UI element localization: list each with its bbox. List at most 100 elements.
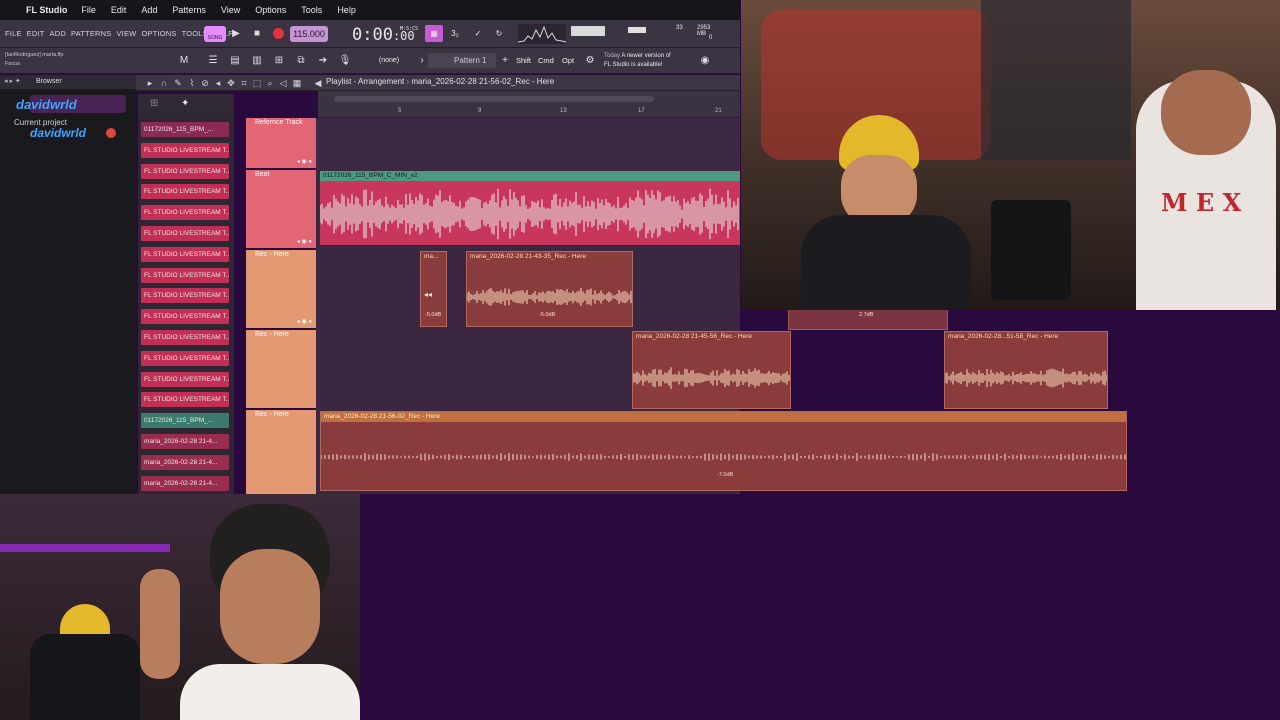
clip-db: 2.7dB [859, 312, 874, 318]
playback-icon[interactable]: ◁ [277, 76, 289, 90]
picker-item[interactable]: FL STUDIO LIVESTREAM T... [141, 246, 229, 262]
picker-item[interactable]: maria_2026-02-28 21-4... [141, 475, 229, 491]
picker-item[interactable]: FL STUDIO LIVESTREAM T... [141, 226, 229, 241]
gear-icon[interactable]: ⚙ [582, 53, 598, 69]
picker-item[interactable]: FL STUDIO LIVESTREAM T... [141, 371, 229, 387]
picker-item[interactable]: maria_2026-02-28 21-4... [141, 434, 229, 449]
beat-clip[interactable]: 01172026_115_BPM_C_MIN_v2 [320, 171, 740, 245]
menu-edit[interactable]: Edit [111, 5, 127, 15]
menu-add[interactable]: Add [141, 5, 157, 15]
track-controls-icon[interactable]: ◂ ◉ ● [297, 318, 312, 325]
cpu-meter: 33 2953 MB 0 [628, 23, 718, 45]
picker-item[interactable]: FL STUDIO LIVESTREAM T... [141, 330, 229, 345]
slip-icon[interactable]: ✥ [225, 76, 237, 90]
picker-item[interactable]: 01172026_115_BPM_... [141, 122, 229, 137]
opt-key[interactable]: Opt [562, 54, 574, 68]
mixer-icon[interactable]: ⊞ [271, 53, 287, 69]
globe-icon[interactable]: ◉ [697, 53, 713, 69]
grid-icon[interactable]: ▦ [291, 76, 303, 90]
rec2b-clip[interactable]: maria_2026-02-28...51-58_Rec - Here [944, 331, 1108, 409]
typing-keyboard-icon[interactable]: ▦ [425, 25, 443, 42]
step-icon[interactable]: 3₂ [446, 25, 464, 42]
fl-menu-options[interactable]: OPTIONS [141, 29, 176, 38]
fl-menu-view[interactable]: VIEW [116, 29, 136, 38]
menu-tools[interactable]: Tools [301, 5, 322, 15]
menu-patterns[interactable]: Patterns [172, 5, 206, 15]
rec2-clip[interactable]: maria_2026-02-28 21-45-56_Rec - Here [632, 331, 791, 409]
horizontal-scrollbar[interactable] [334, 96, 654, 102]
picker-item[interactable]: FL STUDIO LIVESTREAM T... [141, 184, 229, 200]
wait-icon[interactable]: ✓ [469, 25, 487, 42]
add-pattern-icon[interactable]: + [497, 53, 513, 69]
plugin-picker-icon[interactable]: ⧉ [293, 53, 309, 69]
channel-rack-icon[interactable]: ▤ [227, 53, 243, 69]
pattern-selector[interactable]: Pattern 1 [428, 53, 496, 68]
update-notice[interactable]: Today A newer version of FL Studio is av… [604, 52, 671, 70]
rec1-clip[interactable]: maria_2026-02-28 21-43-35_Rec - Here -5.… [466, 251, 633, 327]
picker-item[interactable]: FL STUDIO LIVESTREAM T... [141, 163, 229, 179]
track-controls-icon[interactable]: ◂ ◉ ● [297, 158, 312, 165]
microphone-icon[interactable]: 🎙 [337, 53, 353, 69]
fl-menu-patterns[interactable]: PATTERNS [71, 29, 112, 38]
track-header-rec-2[interactable]: Rec - Here [246, 330, 316, 408]
track-header-rec-1[interactable]: Rec - Here ◂ ◉ ● [246, 250, 316, 328]
track-header-rec-3[interactable]: Rec - Here [246, 410, 316, 494]
playlist-play-icon[interactable]: ◀ [312, 76, 324, 90]
fl-menu-file[interactable]: FILE [5, 29, 22, 38]
browser-nav-icon[interactable]: ◂ ▸ ✦ [4, 75, 21, 89]
fl-menu-edit[interactable]: EDIT [27, 29, 45, 38]
picker-item[interactable]: FL STUDIO LIVESTREAM T... [141, 205, 229, 221]
oscilloscope [517, 24, 567, 44]
brush-icon[interactable]: ⌇ [186, 76, 198, 90]
record-button[interactable] [273, 28, 284, 39]
pat-song-toggle[interactable]: SONG [204, 26, 226, 42]
jersey-lettering: M E X [1161, 188, 1242, 217]
master-icon[interactable]: M [176, 53, 192, 69]
time-display[interactable]: 0:00:00 M:S:CS [352, 24, 418, 46]
cmd-key[interactable]: Cmd [538, 54, 554, 68]
move-icon[interactable]: ✦ [181, 98, 189, 109]
snap-selector[interactable]: (none) [368, 54, 410, 68]
track-controls-icon[interactable]: ◂ ◉ ● [297, 238, 312, 245]
menu-view[interactable]: View [221, 5, 240, 15]
track-header-reference[interactable]: Refernce Track ◂ ◉ ● [246, 118, 316, 168]
picker-item[interactable]: 01172026_115_BPM_... [141, 413, 229, 429]
fl-menu-add[interactable]: ADD [50, 29, 66, 38]
picker-item[interactable]: FL STUDIO LIVESTREAM T... [141, 350, 229, 366]
slice-icon[interactable]: ⌗ [238, 76, 250, 90]
track-header-beat[interactable]: Beat ◂ ◉ ● [246, 170, 316, 248]
timeline-ruler[interactable]: 5 9 13 17 21 [318, 91, 740, 118]
pencil-icon[interactable]: ✎ [172, 76, 184, 90]
volume-meter[interactable] [571, 26, 605, 36]
picker-tool-icon[interactable]: ⊞ [150, 98, 158, 109]
picker-item[interactable]: FL STUDIO LIVESTREAM T... [141, 309, 229, 325]
arrangement-name[interactable]: maria_2026-02-28 21-56-02_Rec - Here [411, 77, 554, 86]
shift-key[interactable]: Shift [516, 54, 531, 68]
picker-item[interactable]: maria_2026-02-28 21-4... [141, 454, 229, 470]
magnet-icon[interactable]: ∩ [158, 76, 170, 90]
select-icon[interactable]: ⬚ [251, 76, 263, 90]
chevron-icon[interactable]: ▸ [144, 76, 156, 90]
picker-item[interactable]: FL STUDIO LIVESTREAM T... [141, 392, 229, 408]
menu-help[interactable]: Help [337, 5, 356, 15]
arrow-right-icon[interactable]: ➔ [315, 53, 331, 69]
menu-options[interactable]: Options [255, 5, 286, 15]
rec1-ext-clip[interactable]: 2.7dB [788, 308, 948, 330]
picker-item[interactable]: FL STUDIO LIVESTREAM T... [141, 142, 229, 158]
app-name[interactable]: FL Studio [26, 5, 67, 15]
mute-icon[interactable]: ◂ [212, 76, 224, 90]
play-icon[interactable]: ▶ [229, 27, 243, 41]
zoom-icon[interactable]: ⌕ [264, 76, 276, 90]
delete-icon[interactable]: ⊘ [199, 76, 211, 90]
picker-item[interactable]: FL STUDIO LIVESTREAM T... [141, 267, 229, 283]
menu-file[interactable]: File [81, 5, 96, 15]
loop-record-icon[interactable]: ↻ [490, 25, 508, 42]
memory-sub: 0 [709, 35, 713, 41]
rec3-clip[interactable]: maria_2026-02-28 21-56-02_Rec - Here -7.… [320, 411, 1127, 491]
tempo-display[interactable]: 115.000 [290, 26, 328, 42]
stop-icon[interactable]: ■ [250, 27, 264, 41]
rec1-small-clip[interactable]: ma... ◂◂ -5.0dB [420, 251, 447, 327]
picker-item[interactable]: FL STUDIO LIVESTREAM T... [141, 288, 229, 304]
playlist-icon[interactable]: ☰ [205, 53, 221, 69]
piano-roll-icon[interactable]: ▥ [249, 53, 265, 69]
